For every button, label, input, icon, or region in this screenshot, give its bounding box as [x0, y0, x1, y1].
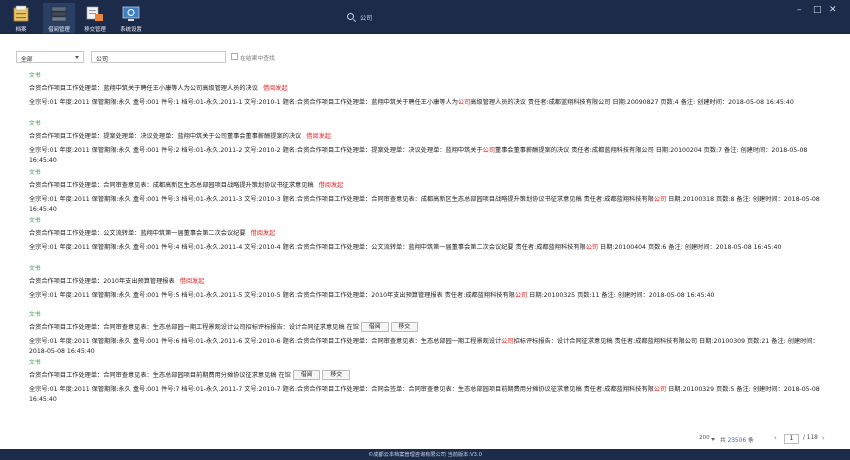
- toolbar-label: 系统设置: [120, 27, 142, 33]
- toolbar-label: 借阅管理: [48, 27, 70, 33]
- scope-select-value: 全部: [21, 57, 33, 63]
- detail-text: 日期:20100404 页数:6 备注: 创建时间：2018-05-08 16:…: [598, 244, 782, 251]
- global-search-box[interactable]: 公司: [341, 9, 521, 25]
- detail-text: 全宗号:01 年度:2011 保管期限:永久 盒号:001 件号:6 档号:01…: [29, 338, 502, 345]
- toolbar-label: 档案: [15, 27, 27, 33]
- detail-text: 全宗号:01 年度:2011 保管期限:永久 盒号:001 件号:4 档号:01…: [29, 244, 586, 251]
- toolbar-handover-management-button[interactable]: 移交管理: [79, 3, 111, 33]
- top-toolbar: 档案 借阅管理 移交管理 系统设置 公司 – □ ✕: [0, 0, 850, 34]
- keyword-highlight: 公司: [457, 99, 471, 106]
- total-count: 共 23506 条: [720, 435, 754, 444]
- record-title[interactable]: 合资合作项目工作处理单：提案处理单：决议处理单：蓝翔中筑关于公司董事会董事薪酬提…: [29, 131, 331, 140]
- file-cabinet-icon: [13, 5, 29, 22]
- keyword-highlight: 公司: [482, 147, 496, 154]
- detail-text: 全宗号:01 年度:2011 保管期限:永久 盒号:001 件号:1 档号:01…: [29, 99, 458, 106]
- record-type: 文书: [29, 360, 41, 366]
- handover-button[interactable]: 移交: [390, 322, 419, 332]
- page-size-select[interactable]: 200: [699, 435, 710, 441]
- borrow-initiate-link[interactable]: 借阅发起: [263, 85, 288, 92]
- borrow-initiate-link[interactable]: 借阅发起: [251, 230, 276, 237]
- book-stack-icon: [51, 6, 67, 22]
- detail-text: 全宗号:01 年度:2011 保管期限:永久 盒号:001 件号:3 档号:01…: [29, 196, 654, 203]
- handover-icon: [86, 6, 103, 21]
- record-title-text[interactable]: 合资合作项目工作处理单：公文流转单：蓝翔中筑第一届董事会第二次会议纪要: [29, 230, 246, 237]
- scope-select[interactable]: 全部: [16, 51, 84, 63]
- current-page-input[interactable]: 1: [784, 434, 799, 444]
- record-detail: 全宗号:01 年度:2011 保管期限:永久 盒号:001 件号:2 档号:01…: [29, 146, 827, 165]
- borrow-initiate-link[interactable]: 借阅发起: [180, 278, 205, 285]
- borrow-button[interactable]: 借阅: [360, 322, 389, 332]
- search-within-results-label: 在结果中查找: [240, 56, 275, 62]
- record-detail: 全宗号:01 年度:2011 保管期限:永久 盒号:001 件号:5 档号:01…: [29, 291, 827, 301]
- toolbar-archive-button[interactable]: 档案: [5, 3, 37, 33]
- record-type: 文书: [29, 121, 41, 127]
- copyright-text: ©成都云本档案管理咨询有限公司 当前版本:V3.0: [368, 452, 482, 458]
- detail-text: 全宗号:01 年度:2011 保管期限:永久 盒号:001 件号:5 档号:01…: [29, 292, 515, 299]
- detail-text: 日期:20100325 页数:11 备注: 创建时间：2018-05-08 16…: [527, 292, 715, 299]
- record-type: 文书: [29, 73, 41, 79]
- next-page-icon[interactable]: ›: [822, 434, 825, 442]
- search-within-results-checkbox[interactable]: [231, 53, 238, 60]
- handover-button[interactable]: 移交: [322, 370, 351, 380]
- record-title-text[interactable]: 合资合作项目工作处理单：2010年支出预算管理报表: [29, 278, 175, 285]
- record-title[interactable]: 合资合作项目工作处理单：蓝翔中筑关于聘任王小康等人为公司高级管理人员的决议 借阅发…: [29, 83, 288, 92]
- record-type: 文书: [29, 170, 41, 176]
- borrow-initiate-link[interactable]: 借阅发起: [319, 182, 344, 189]
- record-detail: 全宗号:01 年度:2011 保管期限:永久 盒号:001 件号:4 档号:01…: [29, 243, 827, 253]
- detail-text: 全宗号:01 年度:2011 保管期限:永久 盒号:001 件号:7 档号:01…: [29, 386, 654, 393]
- record-title[interactable]: 合资合作项目工作处理单：合同审查意见表：生态总部园一期工程景观设计公司招标评标报…: [29, 322, 419, 332]
- borrow-initiate-link[interactable]: 借阅发起: [306, 133, 331, 140]
- chevron-down-icon[interactable]: [711, 438, 715, 441]
- toolbar-label: 移交管理: [84, 27, 106, 33]
- record-detail: 全宗号:01 年度:2011 保管期限:永久 盒号:001 件号:7 档号:01…: [29, 385, 827, 404]
- record-type: 文书: [29, 312, 41, 318]
- record-title[interactable]: 合资合作项目工作处理单：合同审查意见表：生态总部园项目前期费用分摊协议征求意见稿…: [29, 370, 351, 380]
- page-count: / 118: [803, 435, 818, 441]
- record-detail: 全宗号:01 年度:2011 保管期限:永久 盒号:001 件号:1 档号:01…: [29, 98, 827, 108]
- detail-text: 全宗号:01 年度:2011 保管期限:永久 盒号:001 件号:2 档号:01…: [29, 147, 483, 154]
- pagination: 200 共 23506 条 ‹ 1 / 118 ›: [0, 434, 850, 446]
- record-title-text[interactable]: 合资合作项目工作处理单：蓝翔中筑关于聘任王小康等人为公司高级管理人员的决议: [29, 85, 258, 92]
- close-icon[interactable]: ✕: [829, 6, 837, 15]
- record-detail: 全宗号:01 年度:2011 保管期限:永久 盒号:001 件号:3 档号:01…: [29, 195, 827, 214]
- detail-text: 高级管理人员的决议 责任者:成都蓝翔科技有限公司 日期:20090827 页数:…: [470, 99, 794, 106]
- borrow-button[interactable]: 借阅: [292, 370, 321, 380]
- total-count-number: 23506: [727, 438, 747, 444]
- keyword-input[interactable]: 公司: [91, 51, 226, 63]
- maximize-icon[interactable]: □: [813, 6, 822, 15]
- total-prefix: 共: [720, 438, 726, 444]
- record-detail: 全宗号:01 年度:2011 保管期限:永久 盒号:001 件号:6 档号:01…: [29, 337, 827, 356]
- record-title[interactable]: 合资合作项目工作处理单：合同审查意见表：成都高新区生态总部园项目战略提升策划协议…: [29, 180, 343, 189]
- toolbar-borrow-management-button[interactable]: 借阅管理: [43, 3, 75, 33]
- keyword-highlight: 公司: [653, 196, 667, 203]
- minimize-icon[interactable]: –: [797, 6, 802, 15]
- keyword-highlight: 公司: [514, 292, 528, 299]
- record-type: 文书: [29, 266, 41, 272]
- system-settings-icon: [122, 6, 140, 21]
- keyword-highlight: 公司: [653, 386, 667, 393]
- total-suffix: 条: [747, 438, 754, 444]
- record-title-text[interactable]: 合资合作项目工作处理单：提案处理单：决议处理单：蓝翔中筑关于公司董事会董事薪酬提…: [29, 133, 301, 140]
- status-footer: ©成都云本档案管理咨询有限公司 当前版本:V3.0: [0, 449, 850, 460]
- toolbar-system-settings-button[interactable]: 系统设置: [115, 3, 147, 33]
- record-title[interactable]: 合资合作项目工作处理单：公文流转单：蓝翔中筑第一届董事会第二次会议纪要 借阅发起: [29, 228, 275, 237]
- record-title-text[interactable]: 合资合作项目工作处理单：合同审查意见表：生态总部园一期工程景观设计公司招标评标报…: [29, 324, 359, 331]
- keyword-highlight: 公司: [585, 244, 599, 251]
- search-icon: [347, 13, 354, 20]
- record-type: 文书: [29, 218, 41, 224]
- global-search-text: 公司: [360, 15, 373, 22]
- record-title-text[interactable]: 合资合作项目工作处理单：合同审查意见表：成都高新区生态总部园项目战略提升策划协议…: [29, 182, 314, 189]
- previous-page-icon[interactable]: ‹: [774, 434, 777, 442]
- record-title[interactable]: 合资合作项目工作处理单：2010年支出预算管理报表 借阅发起: [29, 276, 204, 285]
- record-title-text[interactable]: 合资合作项目工作处理单：合同审查意见表：生态总部园项目前期费用分摊协议征求意见稿…: [29, 372, 291, 379]
- keyword-input-value: 公司: [96, 56, 109, 63]
- chevron-down-icon: [75, 56, 79, 59]
- keyword-highlight: 公司: [501, 338, 514, 345]
